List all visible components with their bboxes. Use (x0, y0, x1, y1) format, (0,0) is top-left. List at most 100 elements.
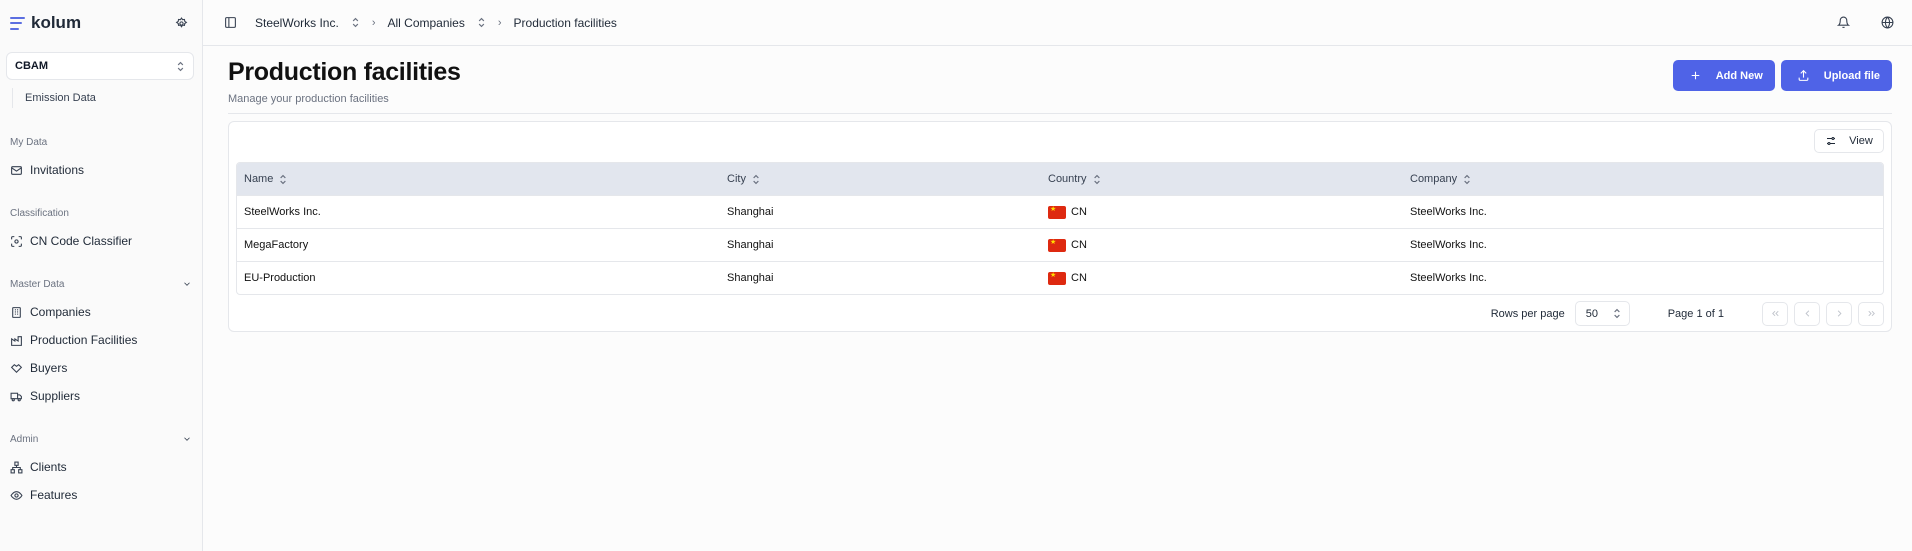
network-icon (10, 461, 23, 473)
chevrons-up-down-icon (176, 61, 185, 72)
last-page-button[interactable] (1858, 301, 1884, 326)
rows-per-page-label: Rows per page (1490, 307, 1565, 320)
sidebar-item-label: Companies (30, 305, 91, 319)
globe-icon[interactable] (1878, 14, 1896, 32)
sidebar-item-label: Emission Data (25, 92, 96, 104)
view-options-button[interactable]: View (1814, 129, 1884, 153)
section-classification: Classification (0, 205, 202, 221)
chevron-right-icon: › (371, 16, 376, 29)
pagination-buttons (1762, 301, 1884, 326)
chevron-right-icon: › (497, 16, 502, 29)
column-header-country[interactable]: Country (1041, 173, 1403, 185)
scan-icon (11, 235, 22, 247)
topbar-actions (1834, 14, 1896, 32)
cell-company: SteelWorks Inc. (1410, 206, 1487, 218)
truck-icon (10, 392, 22, 401)
table-row[interactable]: MegaFactory Shanghai CN SteelWorks Inc. (237, 228, 1883, 261)
previous-page-button[interactable] (1794, 301, 1820, 326)
breadcrumb: SteelWorks Inc. › All Companies › Produc… (255, 16, 617, 30)
column-header-city[interactable]: City (720, 173, 1041, 185)
add-new-button[interactable]: Add New (1672, 60, 1775, 91)
header-divider (228, 113, 1892, 114)
sidebar-item-clients[interactable]: Clients (0, 453, 202, 481)
page-title: Production facilities (228, 58, 461, 86)
country-code: CN (1071, 239, 1087, 251)
breadcrumb-company-label: SteelWorks Inc. (255, 15, 339, 30)
section-label: Classification (10, 207, 69, 219)
plus-icon (1691, 71, 1699, 80)
cell-city: Shanghai (727, 239, 774, 251)
sidebar-toggle-icon[interactable] (221, 14, 239, 32)
sidebar-item-production-facilities[interactable]: Production Facilities (0, 326, 202, 354)
column-header-name[interactable]: Name (237, 173, 720, 185)
sidebar-item-companies[interactable]: Companies (0, 298, 202, 326)
page-info: Page 1 of 1 (1667, 307, 1724, 320)
bell-icon[interactable] (1834, 14, 1852, 32)
cell-country: CN (1041, 271, 1403, 285)
cell-city: Shanghai (727, 206, 774, 218)
section-label: Master Data (10, 278, 65, 290)
chevrons-up-down-icon (477, 17, 486, 28)
sidebar-item-label: Features (30, 488, 78, 502)
sidebar-item-features[interactable]: Features (0, 481, 202, 509)
sidebar-item-suppliers[interactable]: Suppliers (0, 382, 202, 410)
sidebar-item-buyers[interactable]: Buyers (0, 354, 202, 382)
china-flag-icon (1048, 205, 1066, 219)
cell-name: MegaFactory (244, 239, 309, 251)
sidebar-item-label: Suppliers (30, 389, 81, 403)
sliders-icon (1827, 137, 1836, 145)
next-page-button[interactable] (1826, 301, 1852, 326)
logo[interactable]: kolum (10, 13, 81, 33)
module-select[interactable]: CBAM (6, 52, 194, 80)
sort-icon (752, 174, 760, 185)
cell-name: EU-Production (244, 272, 316, 284)
breadcrumb-current: Production facilities (513, 15, 617, 30)
chevron-down-icon (184, 437, 190, 441)
country-code: CN (1071, 272, 1087, 284)
upload-icon (1798, 69, 1809, 81)
cell-company: SteelWorks Inc. (1410, 239, 1487, 251)
breadcrumb-scope[interactable]: All Companies (387, 16, 485, 30)
sidebar: kolum CBAM Emission Data My Data Invitat… (0, 0, 203, 551)
table-row[interactable]: EU-Production Shanghai CN SteelWorks Inc… (237, 261, 1883, 294)
section-my-data: My Data (0, 134, 202, 150)
page-subtitle: Manage your production facilities (228, 93, 389, 105)
table-row[interactable]: SteelWorks Inc. Shanghai CN SteelWorks I… (237, 195, 1883, 228)
sidebar-item-cn-code-classifier[interactable]: CN Code Classifier (0, 227, 202, 255)
factory-icon (11, 335, 22, 346)
sort-icon (279, 174, 287, 185)
cell-country: CN (1041, 205, 1403, 219)
sidebar-item-label: Invitations (30, 163, 85, 177)
country-code: CN (1071, 206, 1087, 218)
section-master-data[interactable]: Master Data (0, 276, 202, 292)
sort-icon (1093, 174, 1101, 185)
app-name: kolum (31, 13, 82, 32)
sort-icon (1463, 174, 1471, 185)
settings-gear-icon[interactable] (172, 14, 190, 32)
rows-per-page-select[interactable]: 50 (1574, 301, 1630, 326)
sidebar-item-label: Buyers (30, 361, 68, 375)
section-admin[interactable]: Admin (0, 431, 202, 447)
sidebar-header: kolum (0, 0, 202, 46)
handshake-icon (10, 363, 23, 373)
module-select-value: CBAM (15, 60, 48, 72)
china-flag-icon (1048, 238, 1066, 252)
topbar: SteelWorks Inc. › All Companies › Produc… (203, 0, 1912, 46)
chevrons-right-icon (1867, 310, 1875, 317)
column-label: City (727, 173, 746, 185)
chevrons-up-down-icon (1613, 308, 1621, 319)
pagination: Rows per page 50 Page 1 of 1 (1491, 301, 1884, 326)
cell-city: Shanghai (727, 272, 774, 284)
column-label: Name (244, 173, 274, 185)
breadcrumb-company[interactable]: SteelWorks Inc. (255, 16, 360, 30)
sidebar-item-label: CN Code Classifier (30, 234, 133, 248)
rows-per-page-value: 50 (1585, 307, 1598, 320)
sidebar-item-invitations[interactable]: Invitations (0, 156, 202, 184)
logo-icon (10, 16, 25, 30)
view-label: View (1849, 135, 1873, 147)
first-page-button[interactable] (1762, 301, 1788, 326)
sidebar-item-emission-data[interactable]: Emission Data (12, 88, 202, 108)
china-flag-icon (1048, 271, 1066, 285)
column-header-company[interactable]: Company (1403, 173, 1883, 185)
upload-file-button[interactable]: Upload file (1780, 60, 1892, 91)
